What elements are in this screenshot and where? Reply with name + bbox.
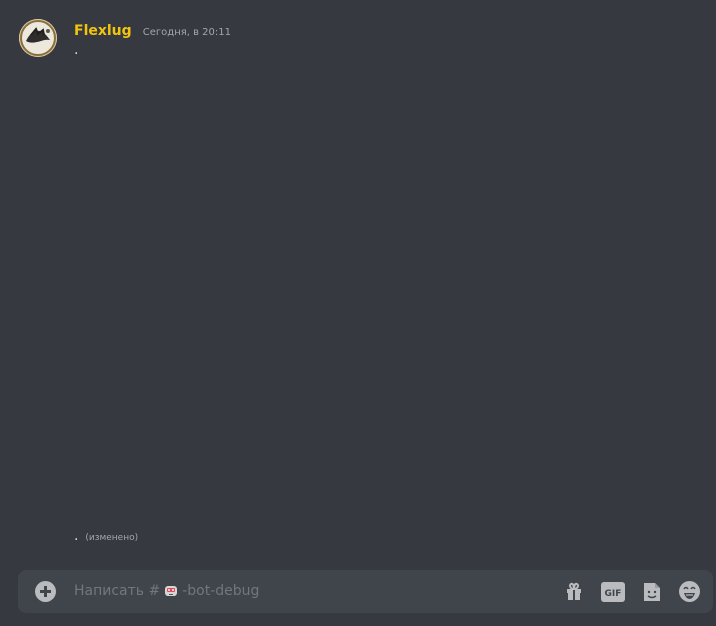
message-header: Flexlug Сегодня, в 20:11 bbox=[74, 20, 231, 40]
chat-messages: Flexlug Сегодня, в 20:11 . . (изменено) bbox=[0, 0, 716, 570]
channel-name: -bot-debug bbox=[182, 583, 260, 599]
avatar-image-icon bbox=[20, 20, 56, 56]
message-timestamp: Сегодня, в 20:11 bbox=[142, 27, 232, 38]
gif-label: GIF bbox=[605, 589, 622, 599]
gif-icon[interactable]: GIF bbox=[601, 582, 625, 602]
plus-icon[interactable] bbox=[35, 581, 56, 602]
message-composer: Написать # -bot-debug GIF bbox=[18, 570, 713, 613]
edited-message-content: . bbox=[74, 528, 79, 544]
gift-icon[interactable] bbox=[563, 581, 585, 603]
edited-label: (изменено) bbox=[85, 533, 139, 543]
sticker-icon[interactable] bbox=[641, 581, 663, 603]
message-content: . bbox=[74, 42, 79, 58]
message-input[interactable]: Написать # -bot-debug bbox=[74, 581, 259, 601]
author-name[interactable]: Flexlug bbox=[74, 23, 132, 39]
emoji-icon[interactable] bbox=[678, 580, 701, 603]
avatar[interactable] bbox=[19, 19, 57, 57]
robot-icon bbox=[165, 586, 178, 596]
input-placeholder-prefix: Написать # bbox=[74, 583, 161, 599]
edited-message: . (изменено) bbox=[74, 528, 138, 544]
